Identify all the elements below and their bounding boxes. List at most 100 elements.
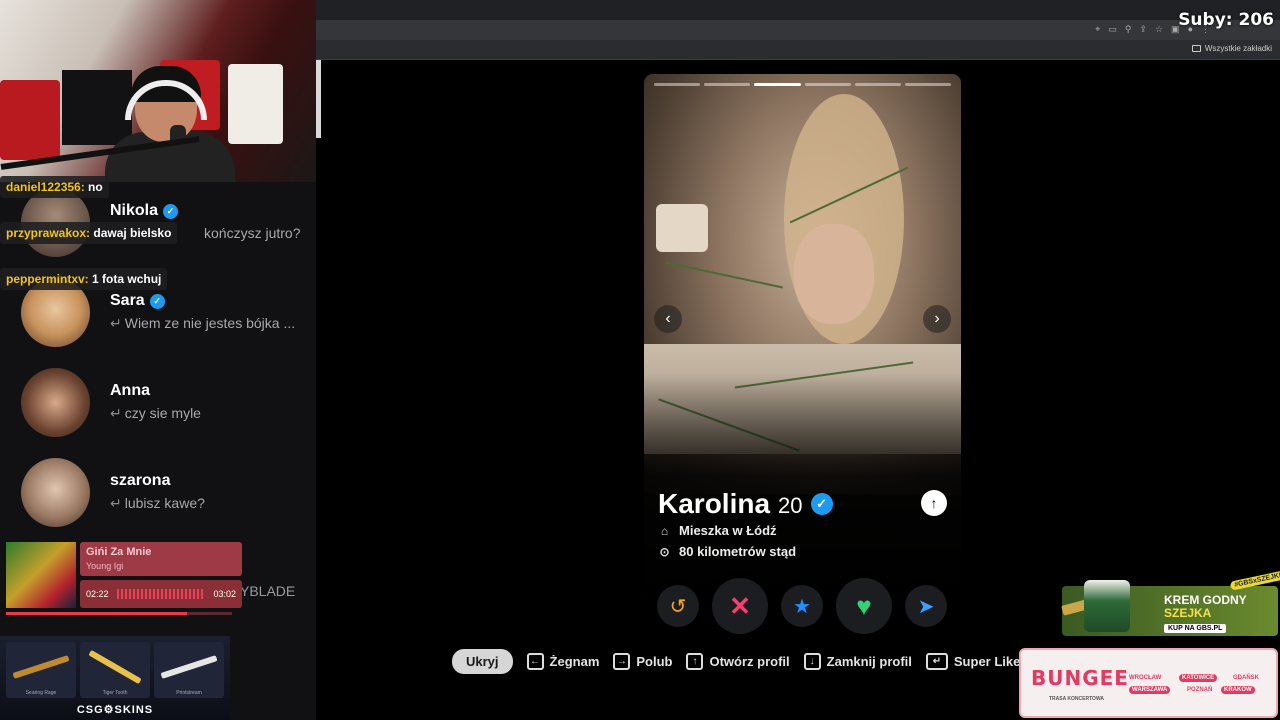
profile-city: Mieszka w Łódź: [679, 523, 777, 538]
stream-chat-message: daniel122356: no: [0, 176, 109, 198]
share-icon[interactable]: ⇪: [1139, 24, 1147, 35]
skin-name: Printstream: [176, 690, 202, 696]
next-photo-button[interactable]: ›: [923, 305, 951, 333]
superlike-button[interactable]: ★: [781, 585, 823, 627]
track-progress-bar: [6, 612, 232, 615]
rewind-icon: ↺: [669, 595, 687, 618]
zoom-icon[interactable]: ⚲: [1125, 24, 1132, 35]
waveform: [116, 589, 206, 599]
track-progress-fill: [6, 612, 187, 615]
stream-chat-message: peppermintxv: 1 fota wchuj: [0, 268, 168, 290]
folder-icon: [1191, 45, 1201, 52]
conversation-preview-text: Wiem ze nie jestes bójka ...: [124, 315, 296, 331]
photo-indicator-active[interactable]: [754, 83, 801, 86]
skin-card: Printstream: [154, 642, 224, 698]
close-icon: ✕: [729, 590, 751, 621]
photo-indicator[interactable]: [704, 83, 751, 86]
location-pin-icon: ⊙: [659, 544, 670, 559]
chevron-left-icon: ‹: [665, 310, 671, 327]
hint-label: Super Like: [953, 653, 1021, 669]
conversation-preview: ↵ lubisz kawe?: [110, 495, 205, 512]
tour-city: GDAŃSK: [1233, 675, 1260, 681]
star-icon: ★: [793, 595, 811, 618]
conversation-name: szarona: [110, 472, 170, 490]
conversation-name-text: szarona: [110, 472, 171, 489]
krem-ad-title-text: KREM GODNY: [1164, 593, 1247, 607]
previous-photo-button[interactable]: ‹: [654, 305, 682, 333]
profile-card[interactable]: ‹ › Karolina 20 ✓ ↑ ⌂ Mieszka w Łódź ⊙ 8…: [644, 74, 961, 602]
all-bookmarks-button[interactable]: Wszystkie zakładki: [1191, 44, 1272, 53]
sniper-icon: [160, 655, 218, 679]
cast-icon[interactable]: ▭: [1108, 24, 1117, 35]
like-button[interactable]: ♥: [836, 578, 892, 634]
hint-label: Zamknij profil: [826, 653, 912, 669]
conversation-name: Anna: [110, 382, 150, 400]
open-profile-button[interactable]: ↑: [921, 490, 947, 516]
location-icon[interactable]: ⌖: [1095, 24, 1100, 35]
verified-icon: ✓: [149, 293, 165, 309]
hint-label: Polub: [636, 653, 673, 669]
krem-ad-cta: KUP NA GBS.PL: [1164, 624, 1227, 633]
skin-name: Tiger Tooth: [102, 690, 128, 696]
conversation-preview: ↵ Wiem ze nie jestes bójka ...: [110, 315, 295, 332]
page-scrollbar[interactable]: [316, 60, 321, 138]
photo-indicator[interactable]: [904, 83, 952, 86]
rewind-button[interactable]: ↺: [657, 585, 699, 627]
profile-distance: 80 kilometrów stąd: [679, 544, 797, 559]
conversation-item[interactable]: Anna ↵ czy sie myle: [0, 368, 316, 448]
chevron-right-icon: ›: [934, 310, 940, 327]
krem-ad-title: KREM GODNY SZEJKA: [1164, 594, 1247, 620]
verified-icon: ✓: [163, 203, 179, 219]
hint-like: → Polub: [613, 652, 673, 670]
photo-indicator[interactable]: [854, 83, 901, 86]
csgo-skins-ad[interactable]: Searing Rage Tiger Tooth Printstream CSG…: [0, 636, 230, 720]
nope-button[interactable]: ✕: [712, 578, 768, 634]
track-title: Gińi Za Mnie: [86, 546, 152, 558]
browser-titlebar: [316, 0, 1280, 20]
avatar: [21, 458, 90, 527]
arrow-left-key-icon: ←: [526, 652, 544, 670]
conversation-name-text: Sara: [110, 292, 145, 309]
conversation-item[interactable]: szarona ↵ lubisz kawe?: [0, 458, 316, 538]
csgo-ad-title: CSG⚙SKINS: [76, 704, 154, 716]
track-info: Gińi Za Mnie Young Igi: [80, 542, 242, 576]
tour-city: KATOWICE: [1179, 674, 1218, 682]
krem-ad-subtitle: SZEJKA: [1164, 606, 1212, 620]
avatar: [21, 368, 90, 437]
verified-icon: ✓: [810, 493, 833, 515]
profile-distance-row: ⊙ 80 kilometrów stąd: [658, 544, 796, 559]
photo-indicator[interactable]: [654, 83, 701, 86]
hint-label: Żegnam: [549, 653, 600, 669]
photo-indicator[interactable]: [804, 83, 851, 86]
reply-arrow-icon: ↵: [110, 405, 122, 421]
wall-jersey: [0, 80, 60, 160]
conversation-item[interactable]: Sara ✓ ↵ Wiem ze nie jestes bójka ...: [0, 278, 316, 358]
hint-close-profile: ↓ Zamknij profil: [803, 652, 912, 670]
arrow-right-key-icon: →: [613, 652, 631, 670]
profile-name-row: Karolina 20 ✓: [658, 488, 833, 520]
conversation-name: Nikola ✓: [110, 202, 179, 220]
track-elapsed: 02:22: [86, 589, 109, 599]
conversation-preview: kończysz jutro?: [204, 225, 301, 241]
chat-username: daniel122356:: [6, 180, 85, 194]
partially-hidden-text: YBLADE: [240, 583, 296, 599]
profile-age: 20: [778, 493, 803, 518]
chat-text: 1 fota wchuj: [88, 272, 162, 286]
star-icon[interactable]: ☆: [1155, 24, 1163, 35]
chat-username: przyprawakox:: [6, 226, 91, 240]
album-cover: [6, 542, 76, 608]
bungee-ad[interactable]: BUNGEE TRASA KONCERTOWA WROCŁAW KATOWICE…: [1019, 648, 1278, 718]
enter-key-icon: ↵: [925, 652, 948, 670]
track-duration: 03:02: [213, 589, 236, 599]
chat-text: dawaj bielsko: [90, 226, 172, 240]
heart-icon: ♥: [856, 590, 872, 621]
wall-jersey: [228, 64, 283, 144]
arrow-up-icon: ↑: [930, 495, 938, 511]
krem-ad[interactable]: #GBSxSZEJKI KREM GODNY SZEJKA KUP NA GBS…: [1061, 570, 1280, 644]
stream-chat-message: przyprawakox: dawaj bielsko: [0, 222, 178, 244]
photo-progress-bars: [654, 83, 952, 87]
hint-label: Otwórz profil: [709, 653, 790, 669]
tour-city: POZNAŃ: [1187, 687, 1213, 693]
boost-button[interactable]: ➤: [905, 585, 947, 627]
hide-shortcuts-button[interactable]: Ukryj: [452, 648, 513, 674]
